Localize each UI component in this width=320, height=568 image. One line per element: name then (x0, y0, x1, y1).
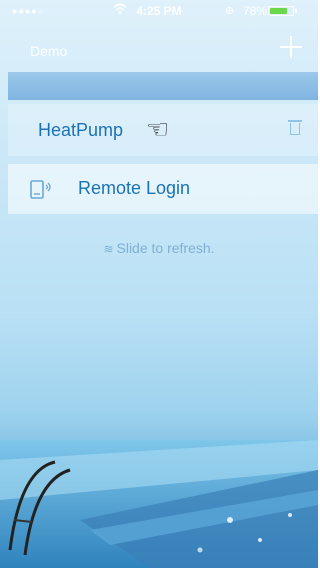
nav-bar: Demo (0, 22, 318, 66)
status-bar: ●●●●○ 4:25 PM ⊕ 78% (0, 0, 318, 22)
trash-lid (288, 120, 302, 122)
refresh-hint: ≋ Slide to refresh. (0, 240, 318, 256)
remote-login-row[interactable]: Remote Login (8, 164, 318, 214)
pool-background-image (0, 440, 318, 568)
battery-tip (295, 9, 297, 13)
trash-can (290, 123, 300, 135)
alarm-icon: ⊕ (225, 5, 235, 17)
device-row-heatpump[interactable]: HeatPump ☜ (8, 104, 318, 156)
battery-icon (268, 6, 294, 16)
header-strip (8, 72, 318, 100)
device-label: HeatPump (38, 120, 124, 140)
refresh-hint-text: Slide to refresh. (116, 240, 215, 256)
plus-icon[interactable] (280, 36, 302, 58)
pointing-hand-icon: ☜ (146, 114, 170, 144)
screen: ●●●●○ 4:25 PM ⊕ 78% Demo HeatPump ☜ Remo… (0, 0, 318, 568)
battery-fill (270, 8, 287, 14)
nav-title: Demo (30, 43, 68, 59)
chevron-down-icon: ≋ (103, 242, 114, 256)
remote-login-label: Remote Login (78, 178, 191, 198)
trash-icon[interactable] (288, 120, 302, 136)
battery-percent: 78% (243, 4, 268, 18)
remote-device-icon (28, 176, 54, 202)
